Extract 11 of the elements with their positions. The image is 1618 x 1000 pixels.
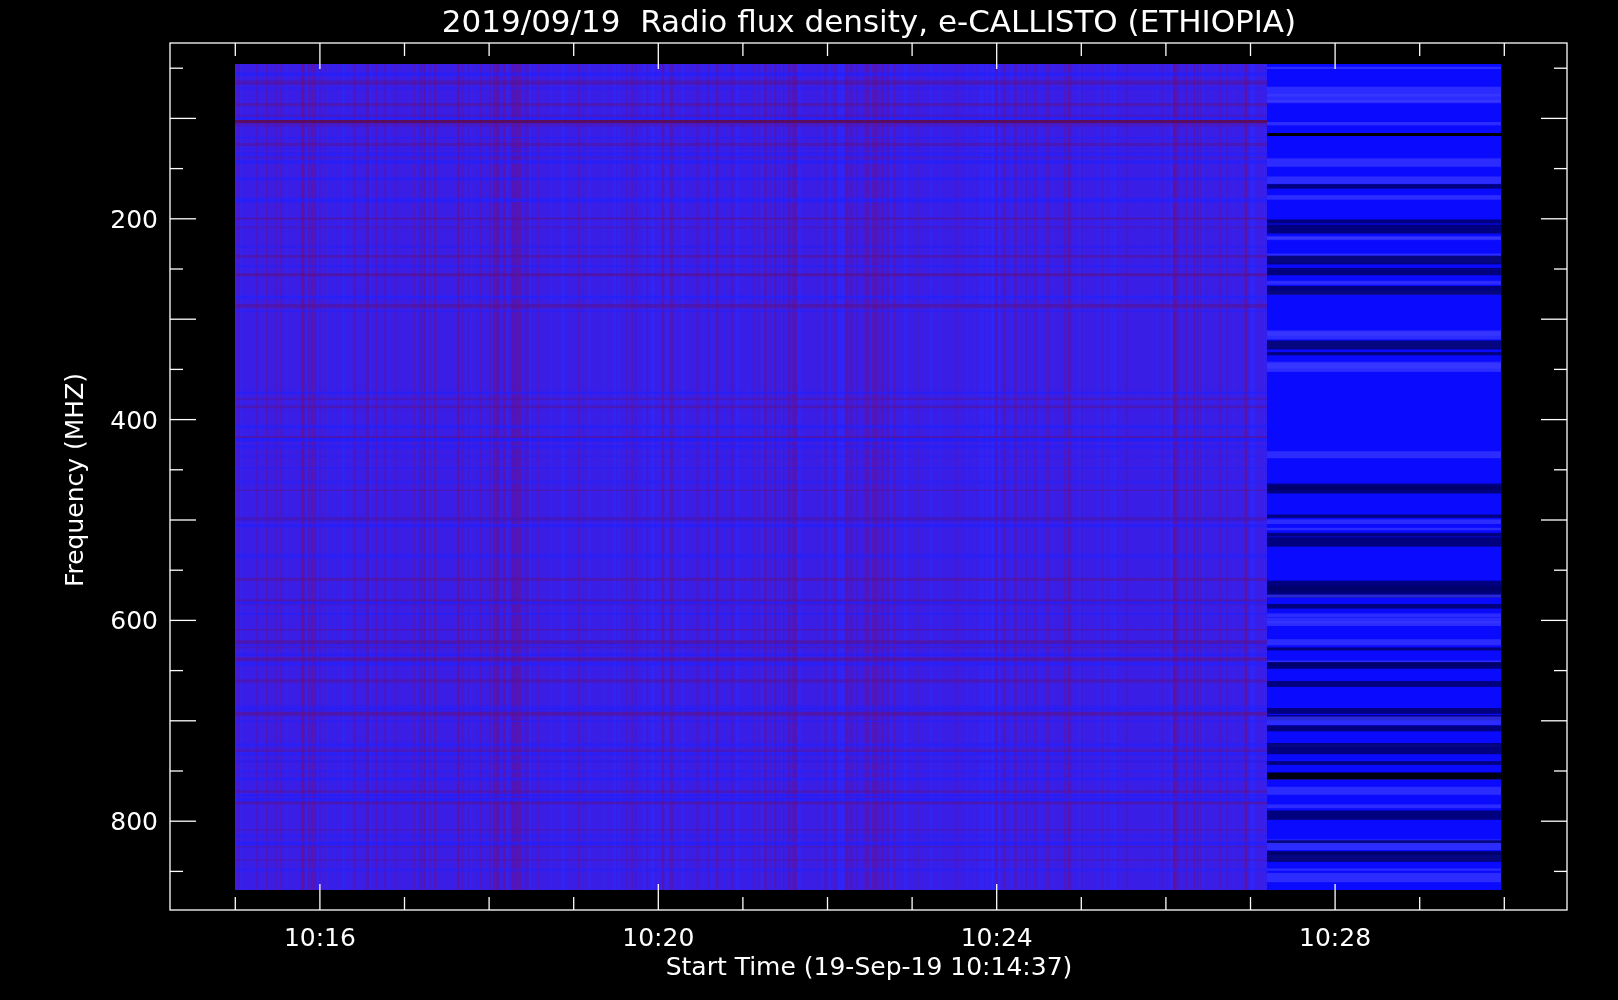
x-tick-label: 10:16 bbox=[283, 923, 356, 952]
y-axis-label: Frequency (MHZ) bbox=[60, 372, 89, 588]
chart-title: 2019/09/19 Radio flux density, e-CALLISTO (ETHIOPIA) bbox=[441, 3, 1297, 39]
y-tick-label: 400 bbox=[110, 405, 158, 435]
y-tick-label: 200 bbox=[110, 204, 158, 234]
x-tick-label: 10:20 bbox=[622, 923, 695, 952]
x-tick-label: 10:24 bbox=[960, 923, 1033, 952]
y-tick-label: 600 bbox=[110, 606, 158, 636]
x-tick-label: 10:28 bbox=[1299, 923, 1372, 952]
y-tick-label: 800 bbox=[110, 807, 158, 837]
x-axis-label: Start Time (19-Sep-19 10:14:37) bbox=[665, 952, 1073, 981]
